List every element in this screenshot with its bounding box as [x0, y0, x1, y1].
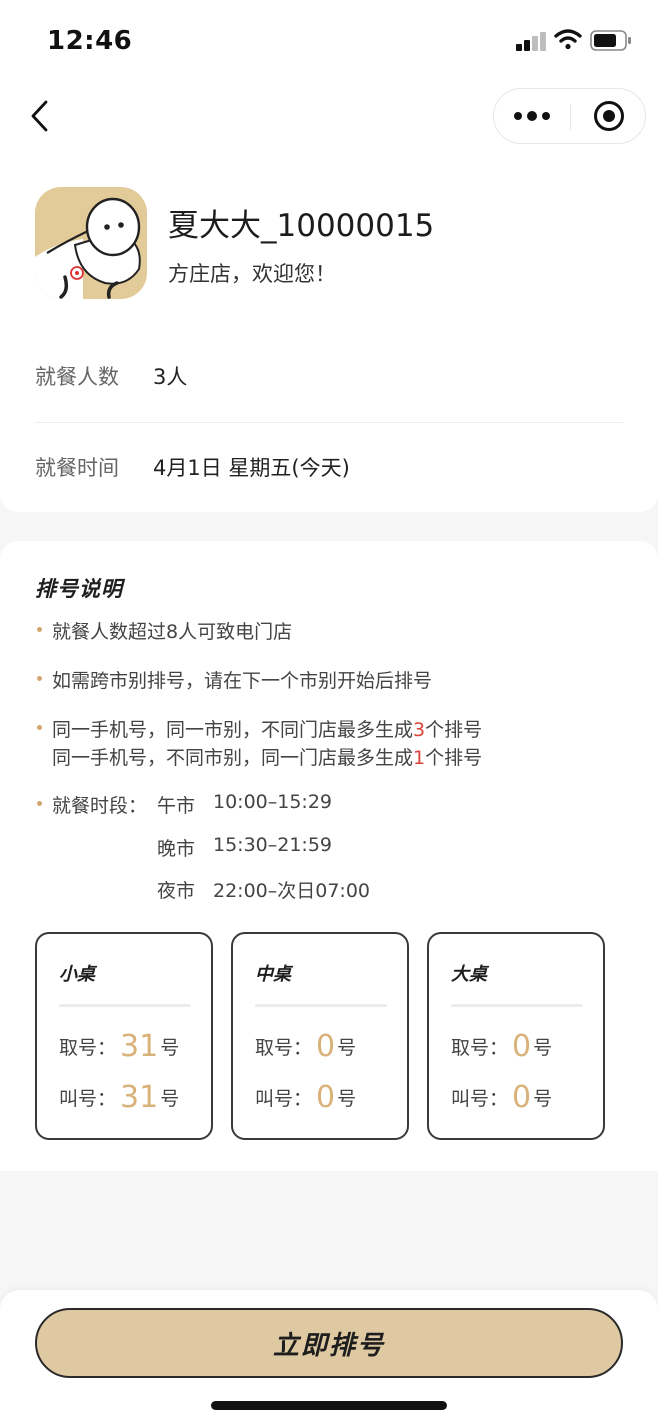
bullet-icon: [37, 725, 42, 730]
highlight-number: 1: [413, 747, 426, 769]
battery-icon: [590, 30, 631, 51]
divider: [35, 422, 623, 423]
rule-text-part: 个排号: [425, 719, 483, 741]
avatar-illustration-icon: [35, 197, 141, 299]
rule-text-part: 同一手机号，同一市别，不同门店最多生成: [52, 719, 414, 741]
period-time: 10:00–15:29: [213, 791, 333, 813]
period-time: 22:00–次日07:00: [213, 880, 371, 902]
wifi-icon: [554, 29, 582, 50]
take-number-row: 取号： 0 号: [451, 1026, 552, 1066]
call-number-label: 叫号：: [255, 1087, 313, 1110]
status-time: 12:46: [47, 26, 133, 56]
divider: [255, 1004, 387, 1007]
take-number-row: 取号： 0 号: [255, 1026, 356, 1066]
number-unit: 号: [533, 1087, 553, 1110]
rules-title: 排号说明: [35, 577, 123, 601]
call-number-value: 0: [512, 1079, 532, 1115]
large-table-card: 大桌 取号： 0 号 叫号： 0 号: [427, 932, 605, 1140]
avatar[interactable]: [35, 187, 147, 299]
divider: [451, 1004, 583, 1007]
nav-bar: [0, 80, 658, 160]
take-number-value: 31: [120, 1028, 159, 1064]
rule-text-part: 同一手机号，不同市别，同一门店最多生成: [52, 747, 414, 769]
take-number-value: 0: [512, 1028, 532, 1064]
dining-time-value: 4月1日 星期五(今天): [153, 456, 350, 480]
period-name: 夜市: [157, 880, 196, 902]
number-unit: 号: [337, 1087, 357, 1110]
table-size-title: 大桌: [451, 964, 487, 985]
highlight-number: 3: [413, 719, 426, 741]
more-dots-icon: [514, 111, 550, 121]
rule-text: 就餐人数超过8人可致电门店: [52, 621, 293, 643]
welcome-text: 方庄店，欢迎您！: [168, 262, 336, 286]
home-indicator[interactable]: [211, 1401, 447, 1410]
user-name: 夏大大_10000015: [168, 208, 435, 244]
call-number-row: 叫号： 0 号: [451, 1077, 552, 1117]
bullet-icon: [37, 676, 42, 681]
back-button[interactable]: [20, 96, 60, 136]
dining-time-label: 就餐时间: [35, 456, 119, 480]
rule-text: 同一手机号，不同市别，同一门店最多生成1个排号: [52, 743, 482, 770]
take-number-label: 取号：: [451, 1036, 509, 1059]
bullet-icon: [37, 801, 42, 806]
target-circle-icon: [593, 101, 624, 131]
rule-text-part: 个排号: [425, 747, 483, 769]
call-number-value: 31: [120, 1079, 159, 1115]
take-number-row: 取号： 31 号: [59, 1026, 179, 1066]
rules-card: 排号说明 就餐人数超过8人可致电门店 如需跨市别排号，请在下一个市别开始后排号 …: [0, 541, 658, 1171]
periods-label: 就餐时段：: [52, 795, 148, 817]
take-number-label: 取号：: [59, 1036, 117, 1059]
rule-text: 如需跨市别排号，请在下一个市别开始后排号: [52, 670, 433, 692]
number-unit: 号: [533, 1036, 553, 1059]
more-button[interactable]: [494, 89, 570, 143]
call-number-label: 叫号：: [451, 1087, 509, 1110]
divider: [59, 1004, 191, 1007]
diners-value: 3人: [153, 365, 188, 389]
call-number-row: 叫号： 31 号: [59, 1077, 179, 1117]
number-unit: 号: [160, 1087, 180, 1110]
number-unit: 号: [337, 1036, 357, 1059]
status-bar: 12:46: [0, 0, 658, 80]
table-size-title: 小桌: [59, 964, 95, 985]
rule-text: 同一手机号，同一市别，不同门店最多生成3个排号: [52, 715, 482, 742]
period-name: 晚市: [157, 838, 196, 860]
medium-table-card: 中桌 取号： 0 号 叫号： 0 号: [231, 932, 409, 1140]
call-number-label: 叫号：: [59, 1087, 117, 1110]
take-queue-number-button[interactable]: 立即排号: [35, 1308, 623, 1378]
diners-row[interactable]: 就餐人数 3人: [35, 358, 623, 394]
cellular-signal-icon: [516, 31, 546, 51]
take-number-value: 0: [316, 1028, 336, 1064]
dining-time-row[interactable]: 就餐时间 4月1日 星期五(今天): [35, 449, 623, 485]
user-card: 夏大大_10000015 方庄店，欢迎您！ 就餐人数 3人 就餐时间 4月1日 …: [0, 160, 658, 512]
diners-label: 就餐人数: [35, 365, 119, 389]
period-time: 15:30–21:59: [213, 834, 333, 856]
close-mini-program-button[interactable]: [571, 89, 646, 143]
table-size-title: 中桌: [255, 964, 291, 985]
take-number-label: 取号：: [255, 1036, 313, 1059]
period-name: 午市: [157, 795, 196, 817]
number-unit: 号: [160, 1036, 180, 1059]
chevron-left-icon: [31, 100, 48, 132]
call-number-row: 叫号： 0 号: [255, 1077, 356, 1117]
mini-program-capsule: [493, 88, 646, 144]
bullet-icon: [37, 627, 42, 632]
small-table-card: 小桌 取号： 31 号 叫号： 31 号: [35, 932, 213, 1140]
call-number-value: 0: [316, 1079, 336, 1115]
